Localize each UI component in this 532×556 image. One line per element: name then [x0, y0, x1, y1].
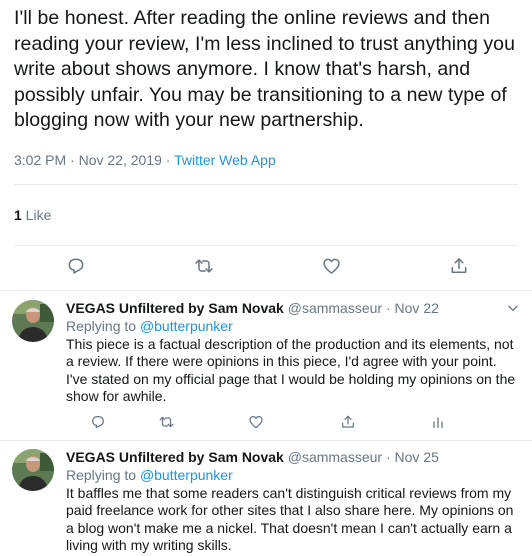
chevron-down-icon[interactable] [506, 301, 520, 320]
retweet-icon[interactable] [158, 414, 175, 430]
retweet-icon[interactable] [193, 256, 215, 276]
avatar[interactable] [12, 299, 54, 342]
replying-to: Replying to @butterpunker [66, 317, 518, 335]
author-handle[interactable]: @sammasseur [288, 449, 382, 465]
avatar[interactable] [12, 448, 54, 491]
tweet-meta: 3:02 PM · Nov 22, 2019 · Twitter Web App [14, 150, 518, 170]
tweet-text: I'll be honest. After reading the online… [14, 7, 515, 131]
analytics-icon[interactable] [430, 414, 446, 430]
reply-icon[interactable] [90, 414, 106, 430]
author-handle[interactable]: @sammasseur [288, 300, 382, 316]
share-icon[interactable] [449, 256, 469, 276]
replying-to-link[interactable]: @butterpunker [140, 467, 233, 483]
replying-prefix: Replying to [66, 317, 140, 334]
author-name[interactable]: VEGAS Unfiltered by Sam Novak [66, 449, 284, 465]
reply-icon[interactable] [66, 256, 86, 276]
reply-tweet[interactable]: VEGAS Unfiltered by Sam Novak @sammasseu… [0, 441, 532, 555]
separator: · [382, 299, 395, 316]
separator: · [382, 448, 395, 465]
reply-header: VEGAS Unfiltered by Sam Novak @sammasseu… [66, 299, 518, 317]
like-label: Like [21, 206, 52, 223]
likes-row[interactable]: 1 Like [0, 185, 532, 245]
tweet-timestamp[interactable]: 3:02 PM · Nov 22, 2019 · [14, 152, 174, 168]
reply-actions [66, 406, 518, 440]
reply-date[interactable]: Nov 25 [395, 449, 439, 465]
main-tweet-actions [0, 246, 532, 290]
replying-prefix: Replying to [66, 466, 140, 483]
replying-to-link[interactable]: @butterpunker [140, 318, 233, 334]
reply-date[interactable]: Nov 22 [395, 300, 439, 316]
tweet-source-app[interactable]: Twitter Web App [174, 152, 276, 168]
heart-icon[interactable] [321, 256, 342, 276]
reply-header: VEGAS Unfiltered by Sam Novak @sammasseu… [66, 448, 518, 466]
reply-tweet[interactable]: VEGAS Unfiltered by Sam Novak @sammasseu… [0, 291, 532, 440]
heart-icon[interactable] [248, 414, 264, 430]
like-count: 1 [14, 206, 22, 223]
replying-to: Replying to @butterpunker [66, 466, 518, 484]
main-tweet: I'll be honest. After reading the online… [0, 0, 532, 170]
author-name[interactable]: VEGAS Unfiltered by Sam Novak [66, 300, 284, 316]
reply-text: This piece is a factual description of t… [66, 335, 516, 405]
reply-text: It baffles me that some readers can't di… [66, 484, 514, 554]
share-icon[interactable] [340, 414, 356, 430]
